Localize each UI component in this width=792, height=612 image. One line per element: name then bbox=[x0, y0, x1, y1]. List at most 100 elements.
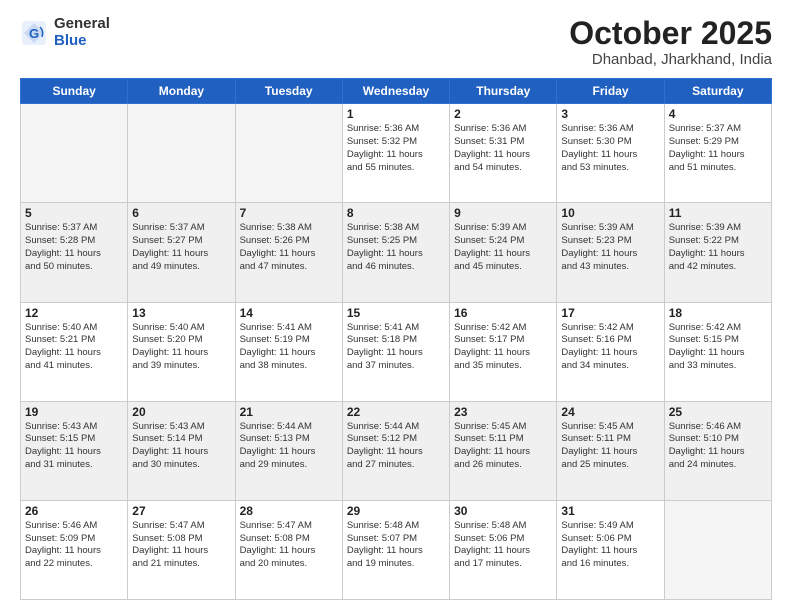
title-block: October 2025 Dhanbad, Jharkhand, India bbox=[569, 16, 772, 68]
day-number: 29 bbox=[347, 504, 445, 518]
day-number: 15 bbox=[347, 306, 445, 320]
header-saturday: Saturday bbox=[664, 79, 771, 104]
day-info: Sunrise: 5:41 AM Sunset: 5:19 PM Dayligh… bbox=[240, 322, 338, 373]
calendar-cell: 26 Sunrise: 5:46 AM Sunset: 5:09 PM Dayli… bbox=[21, 500, 128, 599]
day-info: Sunrise: 5:48 AM Sunset: 5:07 PM Dayligh… bbox=[347, 520, 445, 571]
day-info: Sunrise: 5:45 AM Sunset: 5:11 PM Dayligh… bbox=[561, 421, 659, 472]
day-number: 21 bbox=[240, 405, 338, 419]
day-number: 30 bbox=[454, 504, 552, 518]
day-number: 28 bbox=[240, 504, 338, 518]
calendar-cell: 2 Sunrise: 5:36 AM Sunset: 5:31 PM Daylig… bbox=[450, 104, 557, 203]
calendar-cell: 7 Sunrise: 5:38 AM Sunset: 5:26 PM Daylig… bbox=[235, 203, 342, 302]
calendar-cell: 5Sunrise: 5:37 AM Sunset: 5:28 PM Daylig… bbox=[21, 203, 128, 302]
title-month: October 2025 bbox=[569, 16, 772, 51]
week-row-0: 1 Sunrise: 5:36 AM Sunset: 5:32 PM Daylig… bbox=[21, 104, 772, 203]
day-number: 9 bbox=[454, 206, 552, 220]
day-info: Sunrise: 5:36 AM Sunset: 5:31 PM Dayligh… bbox=[454, 123, 552, 174]
day-info: Sunrise: 5:38 AM Sunset: 5:25 PM Dayligh… bbox=[347, 222, 445, 273]
calendar-cell bbox=[21, 104, 128, 203]
day-info: Sunrise: 5:46 AM Sunset: 5:10 PM Dayligh… bbox=[669, 421, 767, 472]
calendar-cell: 13 Sunrise: 5:40 AM Sunset: 5:20 PM Dayli… bbox=[128, 302, 235, 401]
day-number: 2 bbox=[454, 107, 552, 121]
calendar-cell: 4Sunrise: 5:37 AM Sunset: 5:29 PM Daylig… bbox=[664, 104, 771, 203]
weekday-header-row: Sunday Monday Tuesday Wednesday Thursday… bbox=[21, 79, 772, 104]
day-info: Sunrise: 5:37 AM Sunset: 5:29 PM Dayligh… bbox=[669, 123, 767, 174]
day-number: 22 bbox=[347, 405, 445, 419]
calendar-cell: 27Sunrise: 5:47 AM Sunset: 5:08 PM Dayli… bbox=[128, 500, 235, 599]
calendar-cell: 23Sunrise: 5:45 AM Sunset: 5:11 PM Dayli… bbox=[450, 401, 557, 500]
calendar-cell: 17Sunrise: 5:42 AM Sunset: 5:16 PM Dayli… bbox=[557, 302, 664, 401]
calendar-cell: 31 Sunrise: 5:49 AM Sunset: 5:06 PM Dayli… bbox=[557, 500, 664, 599]
day-number: 14 bbox=[240, 306, 338, 320]
calendar-cell: 19 Sunrise: 5:43 AM Sunset: 5:15 PM Dayli… bbox=[21, 401, 128, 500]
day-number: 17 bbox=[561, 306, 659, 320]
calendar-cell: 11Sunrise: 5:39 AM Sunset: 5:22 PM Dayli… bbox=[664, 203, 771, 302]
day-info: Sunrise: 5:47 AM Sunset: 5:08 PM Dayligh… bbox=[132, 520, 230, 571]
day-number: 10 bbox=[561, 206, 659, 220]
calendar-cell: 15 Sunrise: 5:41 AM Sunset: 5:18 PM Dayli… bbox=[342, 302, 449, 401]
day-number: 16 bbox=[454, 306, 552, 320]
calendar-cell bbox=[235, 104, 342, 203]
day-info: Sunrise: 5:39 AM Sunset: 5:23 PM Dayligh… bbox=[561, 222, 659, 273]
day-info: Sunrise: 5:41 AM Sunset: 5:18 PM Dayligh… bbox=[347, 322, 445, 373]
header-monday: Monday bbox=[128, 79, 235, 104]
week-row-4: 26 Sunrise: 5:46 AM Sunset: 5:09 PM Dayli… bbox=[21, 500, 772, 599]
day-number: 1 bbox=[347, 107, 445, 121]
calendar-cell: 10 Sunrise: 5:39 AM Sunset: 5:23 PM Dayli… bbox=[557, 203, 664, 302]
day-info: Sunrise: 5:36 AM Sunset: 5:30 PM Dayligh… bbox=[561, 123, 659, 174]
calendar-cell: 9 Sunrise: 5:39 AM Sunset: 5:24 PM Daylig… bbox=[450, 203, 557, 302]
day-number: 26 bbox=[25, 504, 123, 518]
calendar-cell: 18 Sunrise: 5:42 AM Sunset: 5:15 PM Dayli… bbox=[664, 302, 771, 401]
day-number: 25 bbox=[669, 405, 767, 419]
week-row-1: 5Sunrise: 5:37 AM Sunset: 5:28 PM Daylig… bbox=[21, 203, 772, 302]
day-info: Sunrise: 5:44 AM Sunset: 5:13 PM Dayligh… bbox=[240, 421, 338, 472]
day-number: 8 bbox=[347, 206, 445, 220]
page: G General Blue October 2025 Dhanbad, Jha… bbox=[0, 0, 792, 612]
day-number: 7 bbox=[240, 206, 338, 220]
day-number: 3 bbox=[561, 107, 659, 121]
header-tuesday: Tuesday bbox=[235, 79, 342, 104]
day-info: Sunrise: 5:47 AM Sunset: 5:08 PM Dayligh… bbox=[240, 520, 338, 571]
calendar-cell: 30 Sunrise: 5:48 AM Sunset: 5:06 PM Dayli… bbox=[450, 500, 557, 599]
calendar-cell: 12Sunrise: 5:40 AM Sunset: 5:21 PM Dayli… bbox=[21, 302, 128, 401]
calendar-cell bbox=[664, 500, 771, 599]
calendar-cell: 16 Sunrise: 5:42 AM Sunset: 5:17 PM Dayli… bbox=[450, 302, 557, 401]
day-number: 19 bbox=[25, 405, 123, 419]
day-info: Sunrise: 5:43 AM Sunset: 5:15 PM Dayligh… bbox=[25, 421, 123, 472]
day-info: Sunrise: 5:37 AM Sunset: 5:27 PM Dayligh… bbox=[132, 222, 230, 273]
day-info: Sunrise: 5:36 AM Sunset: 5:32 PM Dayligh… bbox=[347, 123, 445, 174]
week-row-3: 19 Sunrise: 5:43 AM Sunset: 5:15 PM Dayli… bbox=[21, 401, 772, 500]
day-number: 13 bbox=[132, 306, 230, 320]
week-row-2: 12Sunrise: 5:40 AM Sunset: 5:21 PM Dayli… bbox=[21, 302, 772, 401]
day-info: Sunrise: 5:42 AM Sunset: 5:17 PM Dayligh… bbox=[454, 322, 552, 373]
logo-icon: G bbox=[20, 19, 48, 47]
day-number: 31 bbox=[561, 504, 659, 518]
header-friday: Friday bbox=[557, 79, 664, 104]
calendar-cell: 21 Sunrise: 5:44 AM Sunset: 5:13 PM Dayli… bbox=[235, 401, 342, 500]
calendar-cell: 29 Sunrise: 5:48 AM Sunset: 5:07 PM Dayli… bbox=[342, 500, 449, 599]
day-number: 23 bbox=[454, 405, 552, 419]
day-info: Sunrise: 5:44 AM Sunset: 5:12 PM Dayligh… bbox=[347, 421, 445, 472]
day-info: Sunrise: 5:42 AM Sunset: 5:15 PM Dayligh… bbox=[669, 322, 767, 373]
calendar-cell: 14 Sunrise: 5:41 AM Sunset: 5:19 PM Dayli… bbox=[235, 302, 342, 401]
day-info: Sunrise: 5:49 AM Sunset: 5:06 PM Dayligh… bbox=[561, 520, 659, 571]
day-info: Sunrise: 5:39 AM Sunset: 5:24 PM Dayligh… bbox=[454, 222, 552, 273]
day-info: Sunrise: 5:46 AM Sunset: 5:09 PM Dayligh… bbox=[25, 520, 123, 571]
calendar-cell: 22 Sunrise: 5:44 AM Sunset: 5:12 PM Dayli… bbox=[342, 401, 449, 500]
calendar-cell: 3 Sunrise: 5:36 AM Sunset: 5:30 PM Daylig… bbox=[557, 104, 664, 203]
logo-blue-text: Blue bbox=[54, 33, 110, 50]
day-info: Sunrise: 5:48 AM Sunset: 5:06 PM Dayligh… bbox=[454, 520, 552, 571]
header-sunday: Sunday bbox=[21, 79, 128, 104]
day-info: Sunrise: 5:38 AM Sunset: 5:26 PM Dayligh… bbox=[240, 222, 338, 273]
day-number: 12 bbox=[25, 306, 123, 320]
header-thursday: Thursday bbox=[450, 79, 557, 104]
day-number: 5 bbox=[25, 206, 123, 220]
day-number: 6 bbox=[132, 206, 230, 220]
calendar-cell: 28 Sunrise: 5:47 AM Sunset: 5:08 PM Dayli… bbox=[235, 500, 342, 599]
day-info: Sunrise: 5:39 AM Sunset: 5:22 PM Dayligh… bbox=[669, 222, 767, 273]
day-number: 24 bbox=[561, 405, 659, 419]
calendar-cell: 8 Sunrise: 5:38 AM Sunset: 5:25 PM Daylig… bbox=[342, 203, 449, 302]
day-info: Sunrise: 5:40 AM Sunset: 5:20 PM Dayligh… bbox=[132, 322, 230, 373]
logo: G General Blue bbox=[20, 16, 110, 49]
day-number: 18 bbox=[669, 306, 767, 320]
